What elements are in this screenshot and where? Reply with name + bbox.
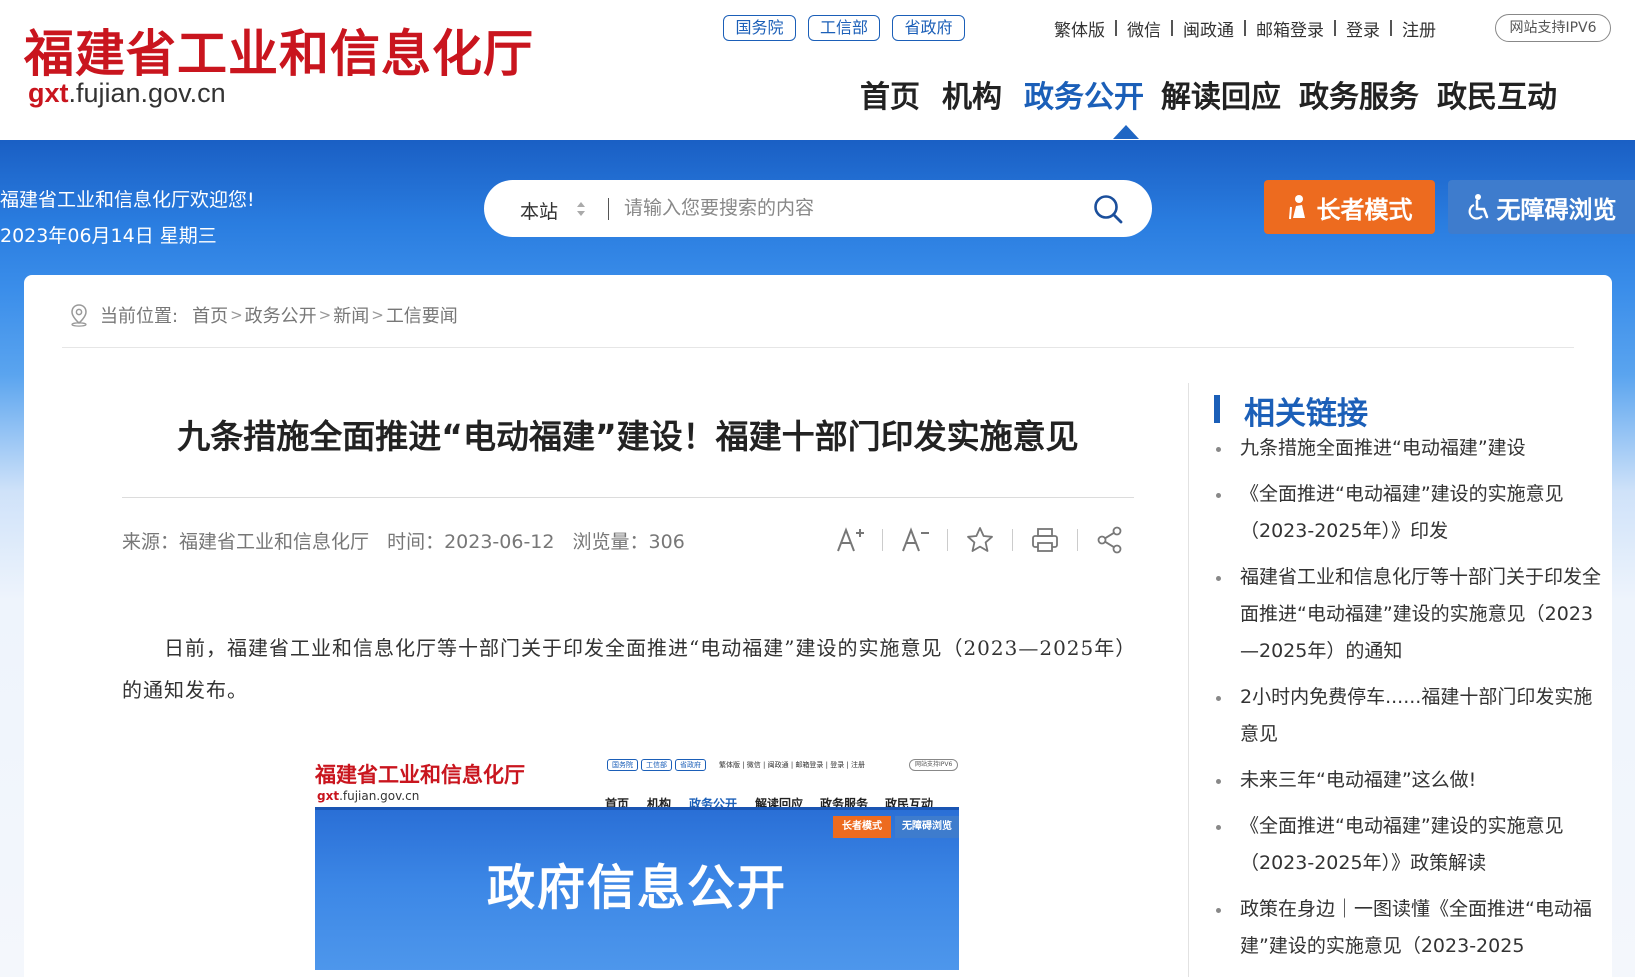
image-elder-button: 长者模式 — [833, 816, 891, 838]
link-traditional[interactable]: 繁体版 — [1044, 16, 1115, 41]
nav-gov-services[interactable]: 政务服务 — [1299, 72, 1419, 116]
link-state-council[interactable]: 国务院 — [723, 15, 796, 41]
divider — [62, 347, 1574, 348]
main-nav: 首页 机构 政务公开 解读回应 政务服务 政民互动 — [0, 72, 1635, 115]
search-box: 本站 — [484, 180, 1152, 237]
elder-mode-label: 长者模式 — [1316, 195, 1413, 224]
divider — [947, 529, 948, 551]
breadcrumb-current[interactable]: 工信要闻 — [386, 302, 458, 328]
image-tag: 省政府 — [675, 759, 706, 771]
elder-person-icon — [1288, 195, 1305, 220]
breadcrumb-home[interactable]: 首页 — [192, 302, 228, 328]
active-nav-caret — [1113, 125, 1139, 139]
link-login[interactable]: 登录 — [1336, 16, 1390, 41]
image-nav: 首页 机构 政务公开 解读回应 政务服务 政民互动 — [315, 782, 959, 811]
image-tag: 国务院 — [607, 759, 638, 771]
breadcrumb-label: 当前位置: — [100, 306, 179, 327]
divider — [608, 198, 609, 220]
link-miit[interactable]: 工信部 — [808, 15, 880, 41]
related-link[interactable]: 《全面推进“电动福建”建设的实施意见（2023-2025年）》印发 — [1214, 476, 1604, 550]
accessible-browse-button[interactable]: 无障碍浏览 — [1448, 180, 1635, 234]
breadcrumb-gov-affairs[interactable]: 政务公开 — [245, 302, 317, 328]
search-input[interactable] — [624, 190, 1054, 226]
nav-org[interactable]: 机构 — [942, 72, 1002, 116]
divider — [1012, 529, 1013, 551]
sidebar-divider — [1188, 383, 1189, 977]
star-icon[interactable] — [960, 523, 1000, 557]
location-icon — [71, 304, 87, 327]
sidebar-title-marker — [1214, 395, 1220, 423]
link-provincial-gov[interactable]: 省政府 — [892, 15, 965, 41]
image-banner: 长者模式 无障碍浏览 政府信息公开 — [315, 807, 959, 977]
current-date: 2023年06月14日 星期三 — [0, 225, 217, 247]
divider — [122, 497, 1134, 498]
related-link[interactable]: 《全面推进“电动福建”建设的实施意见（2023-2025年）》政策解读 — [1214, 808, 1604, 882]
link-minzhengtong[interactable]: 闽政通 — [1173, 16, 1244, 41]
share-icon[interactable] — [1090, 523, 1130, 557]
related-link[interactable]: 未来三年“电动福建”这么做! — [1214, 762, 1604, 799]
link-wechat[interactable]: 微信 — [1117, 16, 1171, 41]
select-arrows-icon[interactable] — [574, 198, 588, 220]
welcome-text: 福建省工业和信息化厅欢迎您! — [0, 189, 255, 211]
article-toolbar — [830, 523, 1130, 557]
article-title: 九条措施全面推进“电动福建”建设！福建十部门印发实施意见 — [177, 417, 1079, 456]
related-link[interactable]: 九条措施全面推进“电动福建”建设 — [1214, 430, 1604, 467]
image-banner-title: 政府信息公开 — [486, 860, 787, 916]
related-links: 九条措施全面推进“电动福建”建设 《全面推进“电动福建”建设的实施意见（2023… — [1214, 430, 1604, 974]
elder-mode-button[interactable]: 长者模式 — [1264, 180, 1435, 234]
related-link[interactable]: 政策在身边｜一图读懂《全面推进“电动福建”建设的实施意见（2023-2025 — [1214, 891, 1604, 965]
image-access-button: 无障碍浏览 — [895, 816, 959, 838]
link-register[interactable]: 注册 — [1392, 16, 1446, 41]
print-icon[interactable] — [1025, 523, 1065, 557]
nav-home[interactable]: 首页 — [860, 72, 920, 116]
ipv6-badge: 网站支持IPV6 — [1495, 14, 1611, 42]
breadcrumb-news[interactable]: 新闻 — [333, 302, 369, 328]
search-scope-select[interactable]: 本站 — [520, 197, 558, 224]
site-header: 福建省工业和信息化厅 gxt.fujian.gov.cn 国务院 工信部 省政府… — [0, 0, 1635, 140]
article-image: 福建省工业和信息化厅 gxt.fujian.gov.cn 国务院 工信部 省政府… — [315, 747, 959, 977]
search-icon[interactable] — [1092, 193, 1124, 225]
image-tag: 工信部 — [641, 759, 672, 771]
article-time: 时间：2023-06-12 — [387, 531, 555, 553]
divider — [1077, 529, 1078, 551]
related-link[interactable]: 2小时内免费停车......福建十部门印发实施意见 — [1214, 679, 1604, 753]
font-decrease-icon[interactable] — [895, 523, 935, 557]
related-link[interactable]: 福建省工业和信息化厅等十部门关于印发全面推进“电动福建”建设的实施意见（2023… — [1214, 559, 1604, 670]
nav-interaction[interactable]: 政民互动 — [1437, 72, 1557, 116]
image-links: 繁体版 | 微信 | 闽政通 | 邮箱登录 | 登录 | 注册 — [719, 761, 866, 769]
top-links: 繁体版 微信 闽政通 邮箱登录 登录 注册 — [1044, 16, 1446, 41]
nav-interpretation[interactable]: 解读回应 — [1161, 72, 1281, 116]
sidebar-title: 相关链接 — [1244, 396, 1368, 432]
breadcrumb: 当前位置: 首页 > 政务公开 > 新闻 > 工信要闻 — [68, 303, 458, 327]
article-source: 来源：福建省工业和信息化厅 — [122, 531, 370, 553]
divider — [882, 529, 883, 551]
image-tags: 国务院 工信部 省政府 — [607, 759, 706, 771]
link-mail-login[interactable]: 邮箱登录 — [1246, 16, 1334, 41]
accessible-browse-label: 无障碍浏览 — [1496, 195, 1617, 224]
nav-gov-affairs[interactable]: 政务公开 — [1024, 72, 1144, 116]
article-meta: 来源：福建省工业和信息化厅 时间：2023-06-12 浏览量：306 — [122, 527, 697, 554]
image-ipv6: 网站支持IPV6 — [909, 759, 959, 771]
image-content-bar — [315, 970, 959, 977]
font-increase-icon[interactable] — [830, 523, 870, 557]
article-views: 浏览量：306 — [572, 531, 685, 553]
wheelchair-icon — [1468, 194, 1488, 220]
content-card: 当前位置: 首页 > 政务公开 > 新闻 > 工信要闻 九条措施全面推进“电动福建”建… — [24, 275, 1612, 977]
article-paragraph: 日前，福建省工业和信息化厅等十部门关于印发全面推进“电动福建”建设的实施意见（2… — [122, 636, 1127, 702]
